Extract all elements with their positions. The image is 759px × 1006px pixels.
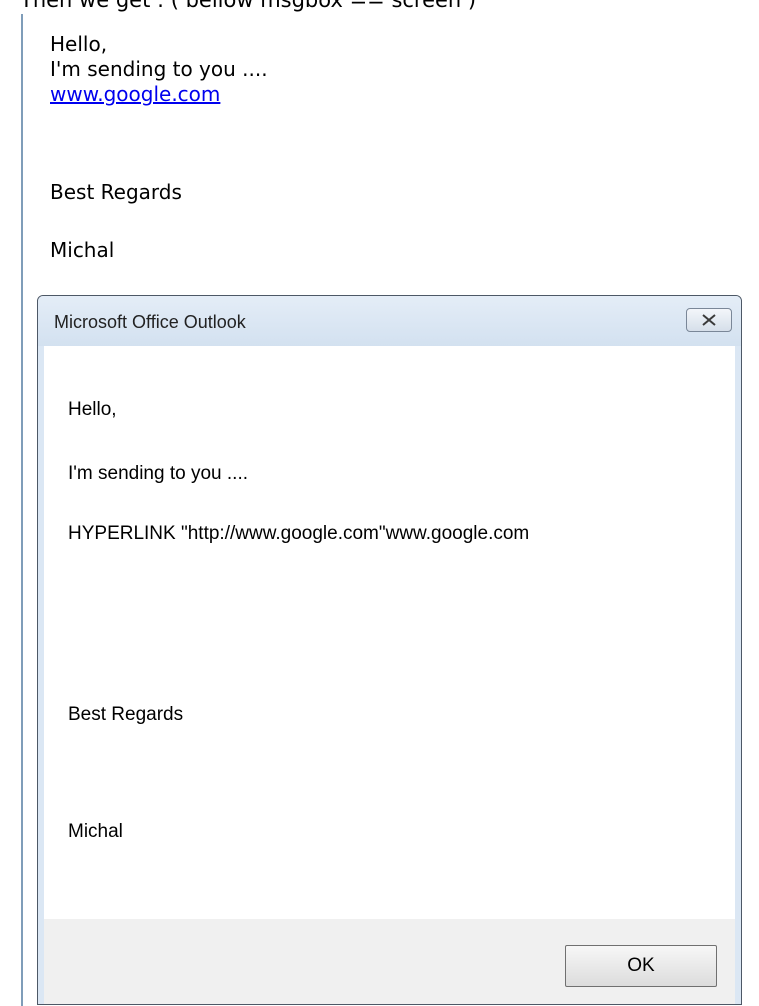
message-signature: Michal [68, 821, 123, 842]
message-closing: Best Regards [68, 704, 184, 725]
message-box-dialog: Microsoft Office Outlook Hello, I'm send… [37, 295, 742, 1005]
close-button[interactable] [686, 308, 732, 332]
ok-button[interactable]: OK [565, 945, 717, 987]
message-greeting: Hello, [68, 399, 117, 420]
email-link[interactable]: www.google.com [50, 82, 220, 106]
email-line: I'm sending to you .... [50, 57, 268, 81]
email-closing: Best Regards [50, 180, 182, 204]
dialog-button-area: OK [44, 919, 735, 1004]
dialog-title: Microsoft Office Outlook [54, 312, 246, 332]
quote-border [21, 14, 23, 1006]
email-signature: Michal [50, 238, 115, 262]
dialog-client-area: Hello, I'm sending to you .... HYPERLINK… [44, 346, 735, 1004]
dialog-titlebar[interactable]: Microsoft Office Outlook [38, 296, 741, 346]
message-hyperlink-field: HYPERLINK "http://www.google.com"www.goo… [68, 523, 530, 544]
top-caption: Then we get : ( bellow msgbox == screen … [20, 0, 477, 12]
message-line: I'm sending to you .... [68, 463, 248, 484]
close-x-icon [702, 314, 716, 326]
email-greeting: Hello, [50, 32, 108, 56]
